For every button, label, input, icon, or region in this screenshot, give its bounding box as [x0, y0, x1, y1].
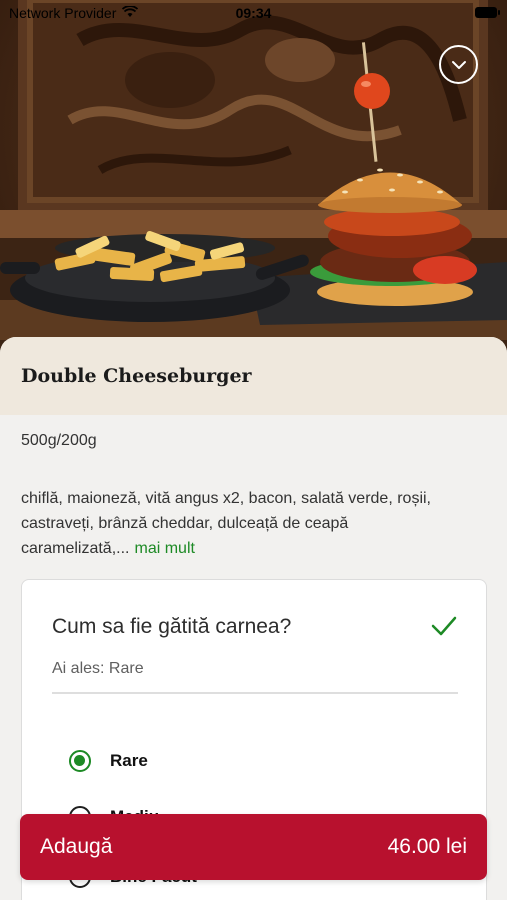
add-button-label: Adaugă: [40, 835, 113, 858]
options-question: Cum sa fie gătită carnea?: [52, 615, 292, 638]
selected-option-text: Ai ales: Rare: [52, 660, 144, 677]
chevron-down-icon: [451, 60, 466, 69]
burger-fries-photo: [0, 0, 507, 372]
battery-icon: [475, 7, 500, 18]
product-title: Double Cheeseburger: [21, 365, 252, 387]
title-bar: Double Cheeseburger: [0, 337, 507, 415]
more-link[interactable]: mai mult: [134, 540, 194, 557]
carrier-name: Network Provider: [9, 5, 117, 21]
radio-checked-icon[interactable]: [69, 750, 91, 772]
status-bar: Network Provider 09:34: [0, 0, 507, 26]
product-photo: [0, 0, 507, 372]
product-description: chiflă, maioneză, vită angus x2, bacon, …: [21, 486, 491, 561]
status-carrier-group: Network Provider: [9, 5, 139, 21]
check-icon: [431, 616, 457, 636]
option-label: Rare: [110, 751, 148, 770]
divider: [52, 692, 458, 694]
description-text: chiflă, maioneză, vită angus x2, bacon, …: [21, 490, 431, 557]
add-to-cart-button[interactable]: Adaugă 46.00 lei: [20, 814, 487, 880]
option-rare[interactable]: Rare: [69, 750, 148, 772]
add-button-price: 46.00 lei: [387, 835, 467, 858]
product-weight: 500g/200g: [21, 432, 97, 449]
collapse-button[interactable]: [439, 45, 478, 84]
wifi-icon: [122, 5, 139, 21]
